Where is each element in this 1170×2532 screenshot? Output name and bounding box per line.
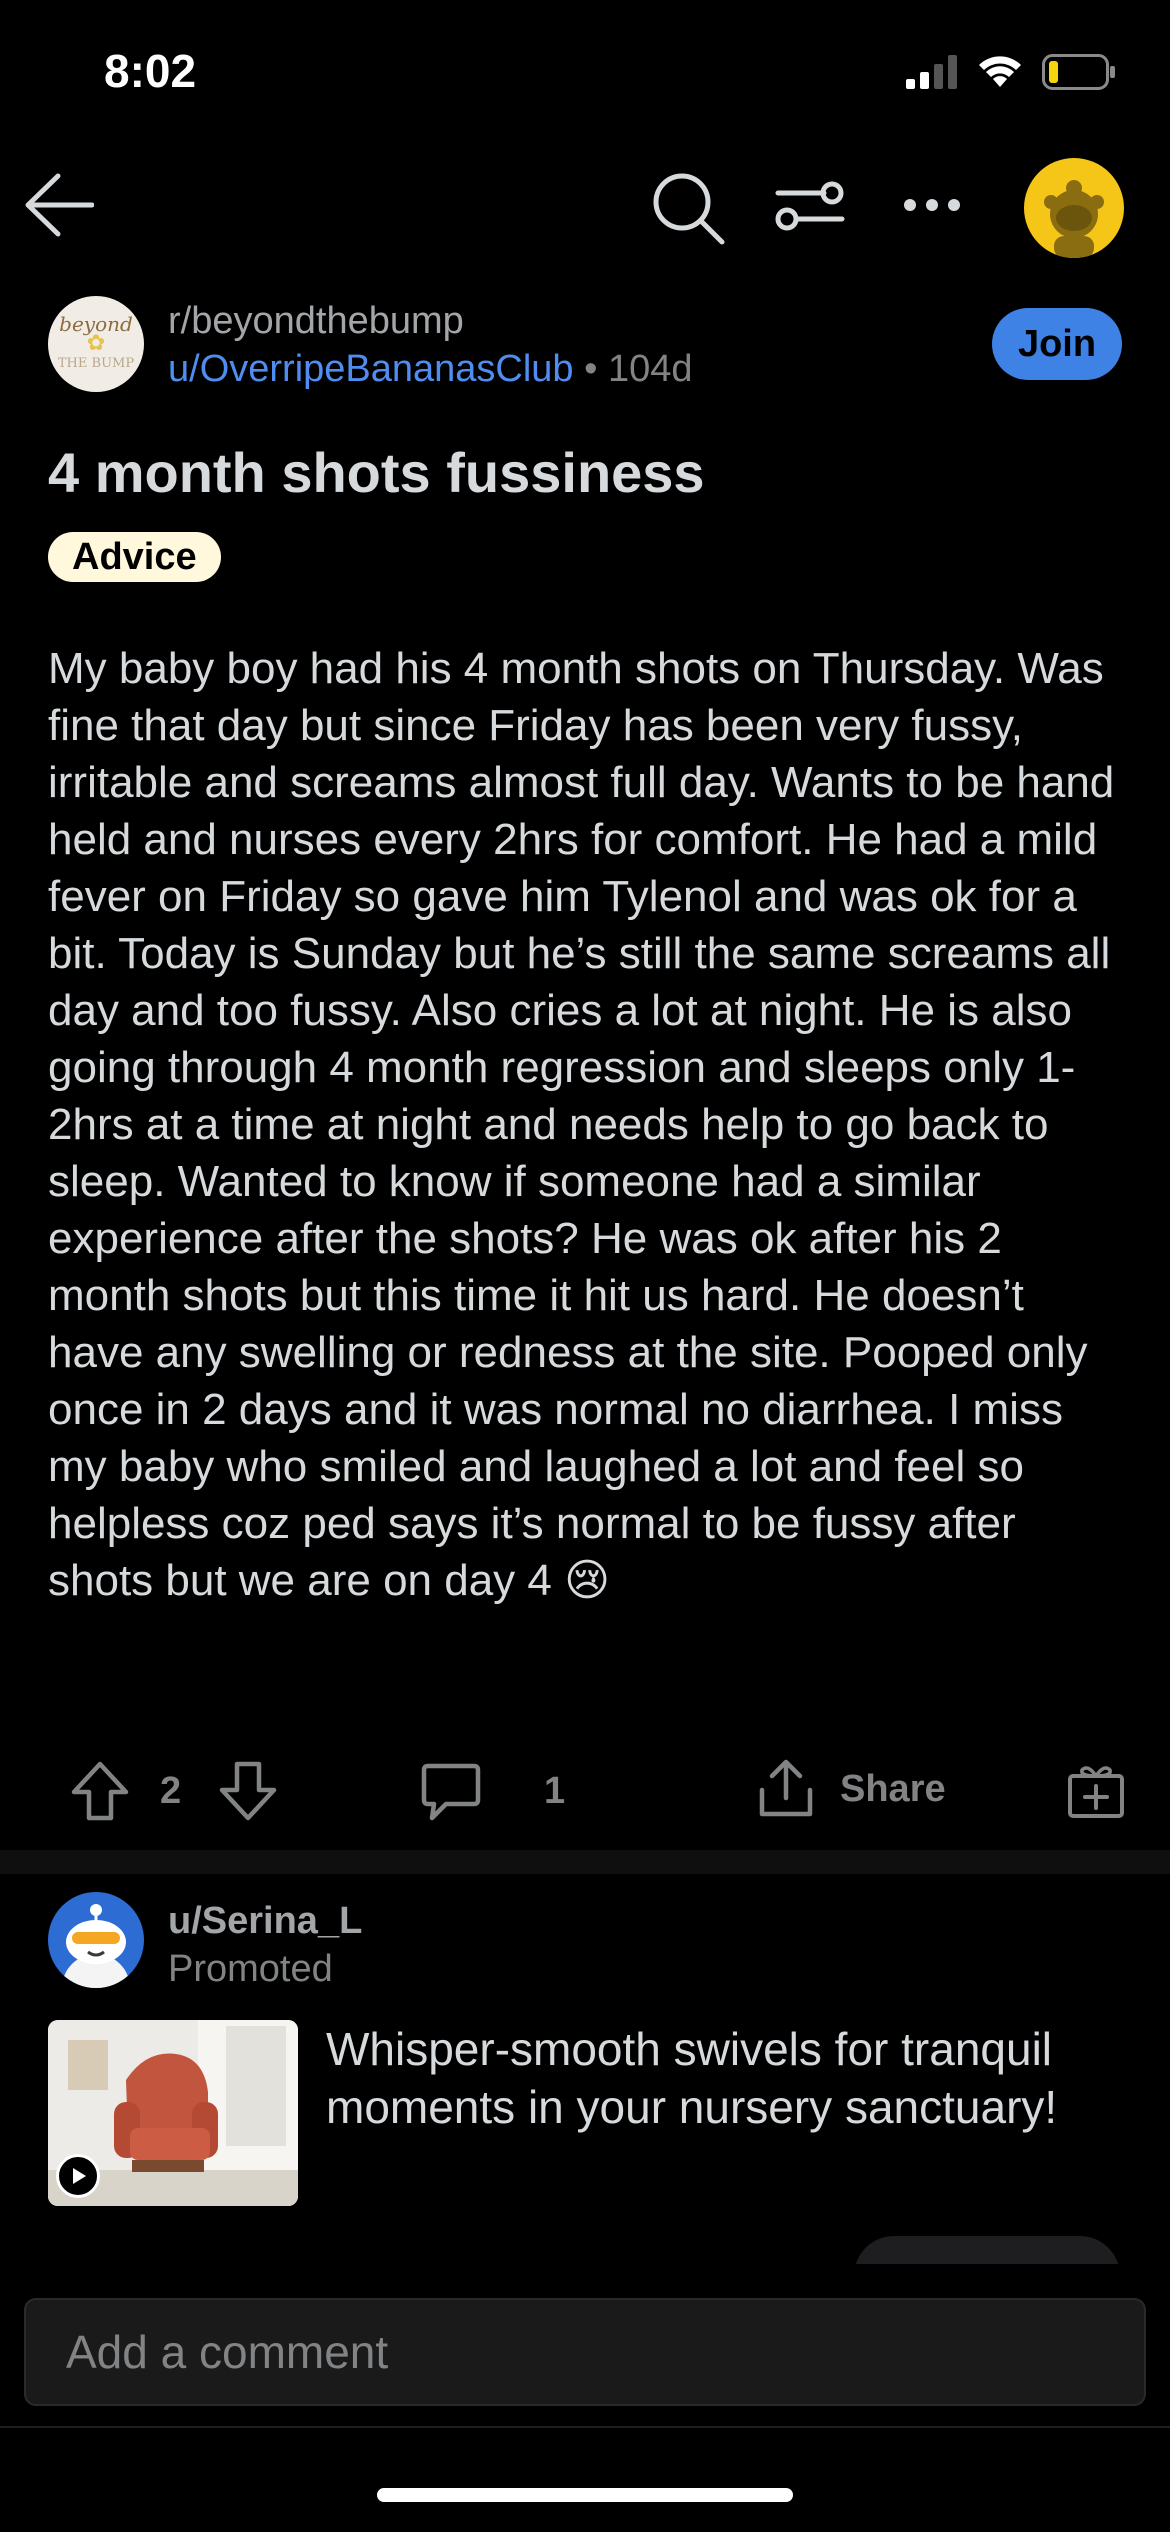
promoted-user[interactable]: u/Serina_L [168, 1900, 362, 1943]
comment-bubble-icon [421, 1763, 481, 1821]
more-horizontal-icon [904, 199, 960, 211]
meta-separator: • [573, 348, 608, 390]
subreddit-icon[interactable]: beyond ✿ THE BUMP [48, 296, 144, 392]
gift-icon [1068, 1766, 1124, 1818]
post-action-bar: 2 1 Share [0, 1750, 1170, 1830]
flower-icon: ✿ [86, 331, 106, 356]
cellular-signal-icon [906, 55, 957, 89]
profile-avatar-button[interactable] [1024, 158, 1124, 258]
play-icon [73, 2168, 86, 2184]
post-body-text: My baby boy had his 4 month shots on Thu… [48, 644, 1115, 1605]
post-screen: 8:02 beyond ✿ THE BUMP r/beyondthebump u… [0, 0, 1170, 2532]
promoted-headline[interactable]: Whisper-smooth swivels for tranquil mome… [326, 2020, 1126, 2136]
back-button[interactable] [18, 170, 98, 240]
promoted-user-avatar[interactable] [48, 1892, 144, 1988]
share-label: Share [840, 1767, 946, 1810]
promoted-label: Promoted [168, 1948, 333, 1990]
promoted-thumbnail[interactable] [48, 2020, 298, 2206]
post-body: My baby boy had his 4 month shots on Thu… [48, 640, 1128, 1609]
comment-placeholder: Add a comment [66, 2326, 389, 2378]
vote-count: 2 [160, 1770, 182, 1812]
post-title: 4 month shots fussiness [48, 441, 705, 504]
top-toolbar [0, 150, 1170, 260]
bottom-divider [0, 2426, 1170, 2428]
sort-button[interactable] [770, 170, 850, 240]
wifi-icon [979, 56, 1021, 87]
subreddit-icon-subtext: THE BUMP [57, 356, 135, 371]
sort-filter-icon [775, 181, 845, 231]
arrow-left-icon [25, 173, 94, 237]
section-divider [0, 1850, 1170, 1874]
promoted-cta-row [0, 2236, 1170, 2264]
upvote-button[interactable] [70, 1760, 130, 1822]
share-button[interactable]: Share [756, 1758, 946, 1820]
battery-icon [1042, 54, 1115, 90]
status-time: 8:02 [104, 45, 197, 97]
more-options-button[interactable] [892, 170, 972, 240]
post-author[interactable]: u/OverripeBananasClub [168, 348, 574, 390]
downvote-arrow-icon [219, 1761, 277, 1821]
join-button[interactable]: Join [992, 308, 1122, 380]
search-icon [653, 173, 725, 245]
promoted-cta-button[interactable] [854, 2236, 1120, 2264]
status-bar: 8:02 [0, 0, 1170, 150]
crying-face-emoji: 😢 [564, 1556, 610, 1605]
play-video-button[interactable] [56, 2154, 100, 2198]
snoo-avatar-icon [62, 1904, 130, 1988]
post-flair[interactable]: Advice [48, 532, 221, 582]
home-indicator[interactable] [377, 2488, 793, 2502]
downvote-button[interactable] [218, 1760, 278, 1822]
subreddit-name[interactable]: r/beyondthebump [168, 300, 464, 343]
snoo-avatar-icon [1044, 180, 1104, 258]
share-icon [759, 1759, 813, 1817]
post-age: 104d [608, 348, 693, 390]
award-button[interactable] [1066, 1762, 1126, 1820]
upvote-arrow-icon [71, 1761, 129, 1821]
comment-count: 1 [544, 1770, 566, 1812]
status-icons [906, 54, 1116, 90]
add-comment-input[interactable]: Add a comment [24, 2298, 1146, 2406]
search-button[interactable] [648, 168, 728, 248]
post-meta: u/OverripeBananasClub • 104d [168, 348, 693, 391]
comments-button[interactable] [420, 1762, 482, 1822]
